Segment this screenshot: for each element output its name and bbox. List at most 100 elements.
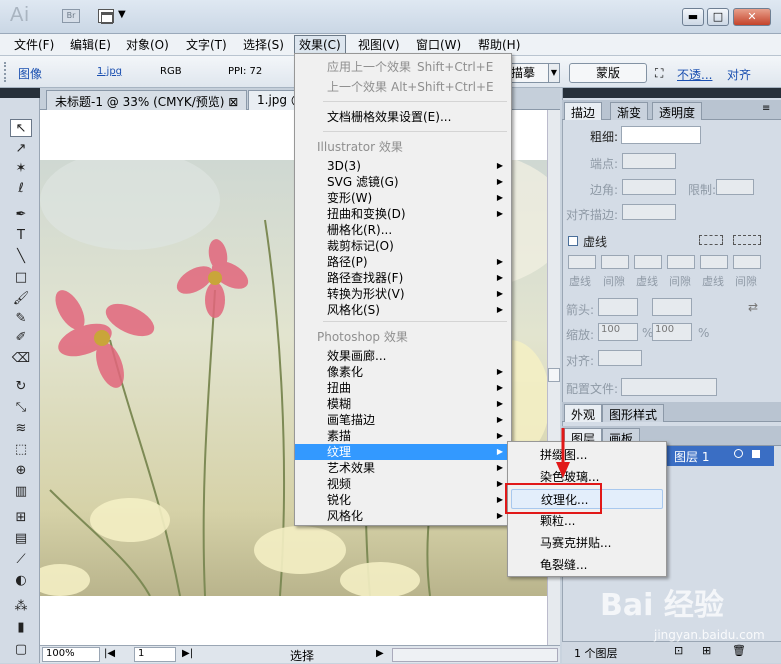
opacity-link[interactable]: 不透... bbox=[677, 66, 712, 83]
weight-field[interactable] bbox=[621, 126, 701, 144]
zoom-field[interactable]: 100% bbox=[42, 647, 100, 662]
dashed-checkbox[interactable] bbox=[568, 236, 578, 246]
dash-preserve-icon[interactable] bbox=[699, 235, 723, 245]
gradient-tool-icon[interactable]: ▤ bbox=[10, 530, 32, 548]
mesh-tool-icon[interactable]: ⊞ bbox=[10, 509, 32, 527]
dock-header[interactable] bbox=[563, 88, 781, 98]
submenu-item-3[interactable]: 颗粒... bbox=[508, 511, 666, 531]
close-icon[interactable]: ⊠ bbox=[228, 95, 238, 109]
gap-field-2[interactable] bbox=[667, 255, 695, 269]
rectangle-tool-icon[interactable]: □ bbox=[10, 269, 32, 287]
maximize-button[interactable]: □ bbox=[707, 8, 729, 26]
menu-file[interactable]: 文件(F) bbox=[10, 36, 58, 54]
chevron-down-icon[interactable]: ▼ bbox=[118, 9, 126, 20]
menu-item-photoshop-0[interactable]: 效果画廊... bbox=[295, 348, 511, 364]
type-tool-icon[interactable]: T bbox=[10, 227, 32, 245]
end-arrowhead-select[interactable] bbox=[652, 298, 692, 316]
magic-wand-tool-icon[interactable]: ✶ bbox=[10, 160, 32, 178]
graph-tool-icon[interactable]: ▥ bbox=[10, 483, 32, 501]
eyedropper-tool-icon[interactable]: ⟋ bbox=[10, 551, 32, 569]
tab-untitled-1[interactable]: 未标题-1 @ 33% (CMYK/预览) ⊠ bbox=[46, 90, 248, 110]
trace-dropdown-icon[interactable]: ▼ bbox=[548, 63, 560, 83]
gap-field-1[interactable] bbox=[601, 255, 629, 269]
menu-item-photoshop-3[interactable]: 模糊 ▶ bbox=[295, 396, 511, 412]
menu-item-last-effect[interactable]: 上一个效果 Alt+Shift+Ctrl+E bbox=[295, 79, 511, 95]
blend-tool-icon[interactable]: ◐ bbox=[10, 572, 32, 590]
direct-selection-tool-icon[interactable]: ↗ bbox=[10, 140, 32, 158]
menu-item-illustrator-2[interactable]: 变形(W) ▶ bbox=[295, 190, 511, 206]
dash-field-3[interactable] bbox=[700, 255, 728, 269]
submenu-item-0[interactable]: 拼缀图... bbox=[508, 445, 666, 465]
menu-edit[interactable]: 编辑(E) bbox=[66, 36, 115, 54]
menu-window[interactable]: 窗口(W) bbox=[412, 36, 465, 54]
new-sublayer-icon[interactable]: ⊡ bbox=[674, 644, 683, 657]
menu-item-illustrator-5[interactable]: 裁剪标记(O) bbox=[295, 238, 511, 254]
linked-file-link[interactable]: 1.jpg bbox=[97, 66, 122, 77]
new-layer-icon[interactable]: ⊞ bbox=[702, 644, 711, 657]
menu-object[interactable]: 对象(O) bbox=[122, 36, 173, 54]
last-page-icon[interactable]: ▶| bbox=[182, 648, 193, 659]
menu-item-photoshop-2[interactable]: 扭曲 ▶ bbox=[295, 380, 511, 396]
scroll-thumb[interactable] bbox=[548, 368, 560, 382]
screen-mode-icon[interactable]: ▢ bbox=[10, 641, 32, 659]
tab-stroke[interactable]: 描边 bbox=[564, 102, 603, 120]
target-icon[interactable] bbox=[734, 449, 743, 458]
menu-item-illustrator-3[interactable]: 扭曲和变换(D) ▶ bbox=[295, 206, 511, 222]
tab-transparency[interactable]: 透明度 bbox=[652, 102, 703, 120]
menu-item-illustrator-4[interactable]: 栅格化(R)... bbox=[295, 222, 511, 238]
swap-arrowheads-icon[interactable]: ⇄ bbox=[748, 300, 758, 314]
close-button[interactable]: ✕ bbox=[733, 8, 771, 26]
eraser-tool-icon[interactable]: ⌫ bbox=[10, 350, 32, 368]
submenu-item-5[interactable]: 龟裂缝... bbox=[508, 555, 666, 575]
mask-button[interactable]: 蒙版 bbox=[569, 63, 647, 83]
menu-item-illustrator-7[interactable]: 路径查找器(F) ▶ bbox=[295, 270, 511, 286]
status-menu-icon[interactable]: ▶ bbox=[376, 648, 384, 659]
lasso-tool-icon[interactable]: ℓ bbox=[10, 180, 32, 198]
menu-item-illustrator-9[interactable]: 风格化(S) ▶ bbox=[295, 302, 511, 318]
dash-align-icon[interactable] bbox=[733, 235, 761, 245]
align-stroke-buttons[interactable] bbox=[622, 204, 676, 220]
menu-type[interactable]: 文字(T) bbox=[182, 36, 231, 54]
dash-field-1[interactable] bbox=[568, 255, 596, 269]
pencil-tool-icon[interactable]: ✎ bbox=[10, 310, 32, 328]
menu-help[interactable]: 帮助(H) bbox=[474, 36, 524, 54]
menu-item-photoshop-6[interactable]: 纹理 ▶ bbox=[295, 444, 511, 460]
scale-tool-icon[interactable]: ⤡ bbox=[10, 399, 32, 417]
pen-tool-icon[interactable]: ✒ bbox=[10, 206, 32, 224]
start-arrowhead-select[interactable] bbox=[598, 298, 638, 316]
menu-item-photoshop-4[interactable]: 画笔描边 ▶ bbox=[295, 412, 511, 428]
menu-item-illustrator-6[interactable]: 路径(P) ▶ bbox=[295, 254, 511, 270]
first-page-icon[interactable]: |◀ bbox=[104, 648, 115, 659]
start-scale-field[interactable]: 100 bbox=[598, 323, 638, 341]
submenu-item-4[interactable]: 马赛克拼贴... bbox=[508, 533, 666, 553]
menu-view[interactable]: 视图(V) bbox=[354, 36, 404, 54]
tab-graphic-styles[interactable]: 图形样式 bbox=[602, 404, 665, 422]
corner-buttons[interactable] bbox=[622, 179, 676, 195]
rotate-tool-icon[interactable]: ↻ bbox=[10, 378, 32, 396]
menu-item-illustrator-8[interactable]: 转换为形状(V) ▶ bbox=[295, 286, 511, 302]
tab-appearance[interactable]: 外观 bbox=[564, 404, 603, 422]
shape-builder-tool-icon[interactable]: ⊕ bbox=[10, 462, 32, 480]
menu-item-photoshop-5[interactable]: 素描 ▶ bbox=[295, 428, 511, 444]
transform-icon[interactable]: ⛶ bbox=[655, 66, 663, 81]
menu-item-photoshop-1[interactable]: 像素化 ▶ bbox=[295, 364, 511, 380]
selection-tool-icon[interactable]: ↖ bbox=[10, 119, 32, 137]
menu-effect[interactable]: 效果(C) bbox=[294, 35, 346, 55]
align-arrow-buttons[interactable] bbox=[598, 350, 642, 366]
menu-item-illustrator-1[interactable]: SVG 滤镜(G) ▶ bbox=[295, 174, 511, 190]
menu-item-photoshop-7[interactable]: 艺术效果 ▶ bbox=[295, 460, 511, 476]
line-tool-icon[interactable]: ╲ bbox=[10, 248, 32, 266]
tools-panel-header[interactable] bbox=[0, 88, 40, 98]
menu-select[interactable]: 选择(S) bbox=[239, 36, 288, 54]
cap-buttons[interactable] bbox=[622, 153, 676, 169]
gap-field-3[interactable] bbox=[733, 255, 761, 269]
align-link[interactable]: 对齐 bbox=[727, 66, 751, 83]
menu-item-photoshop-9[interactable]: 锐化 ▶ bbox=[295, 492, 511, 508]
blob-brush-tool-icon[interactable]: ✐ bbox=[10, 329, 32, 347]
menu-item-photoshop-8[interactable]: 视频 ▶ bbox=[295, 476, 511, 492]
selection-indicator-icon[interactable] bbox=[752, 450, 760, 458]
panel-menu-icon[interactable]: ≡ bbox=[762, 103, 770, 114]
free-transform-tool-icon[interactable]: ⬚ bbox=[10, 441, 32, 459]
dash-field-2[interactable] bbox=[634, 255, 662, 269]
limit-field[interactable] bbox=[716, 179, 754, 195]
